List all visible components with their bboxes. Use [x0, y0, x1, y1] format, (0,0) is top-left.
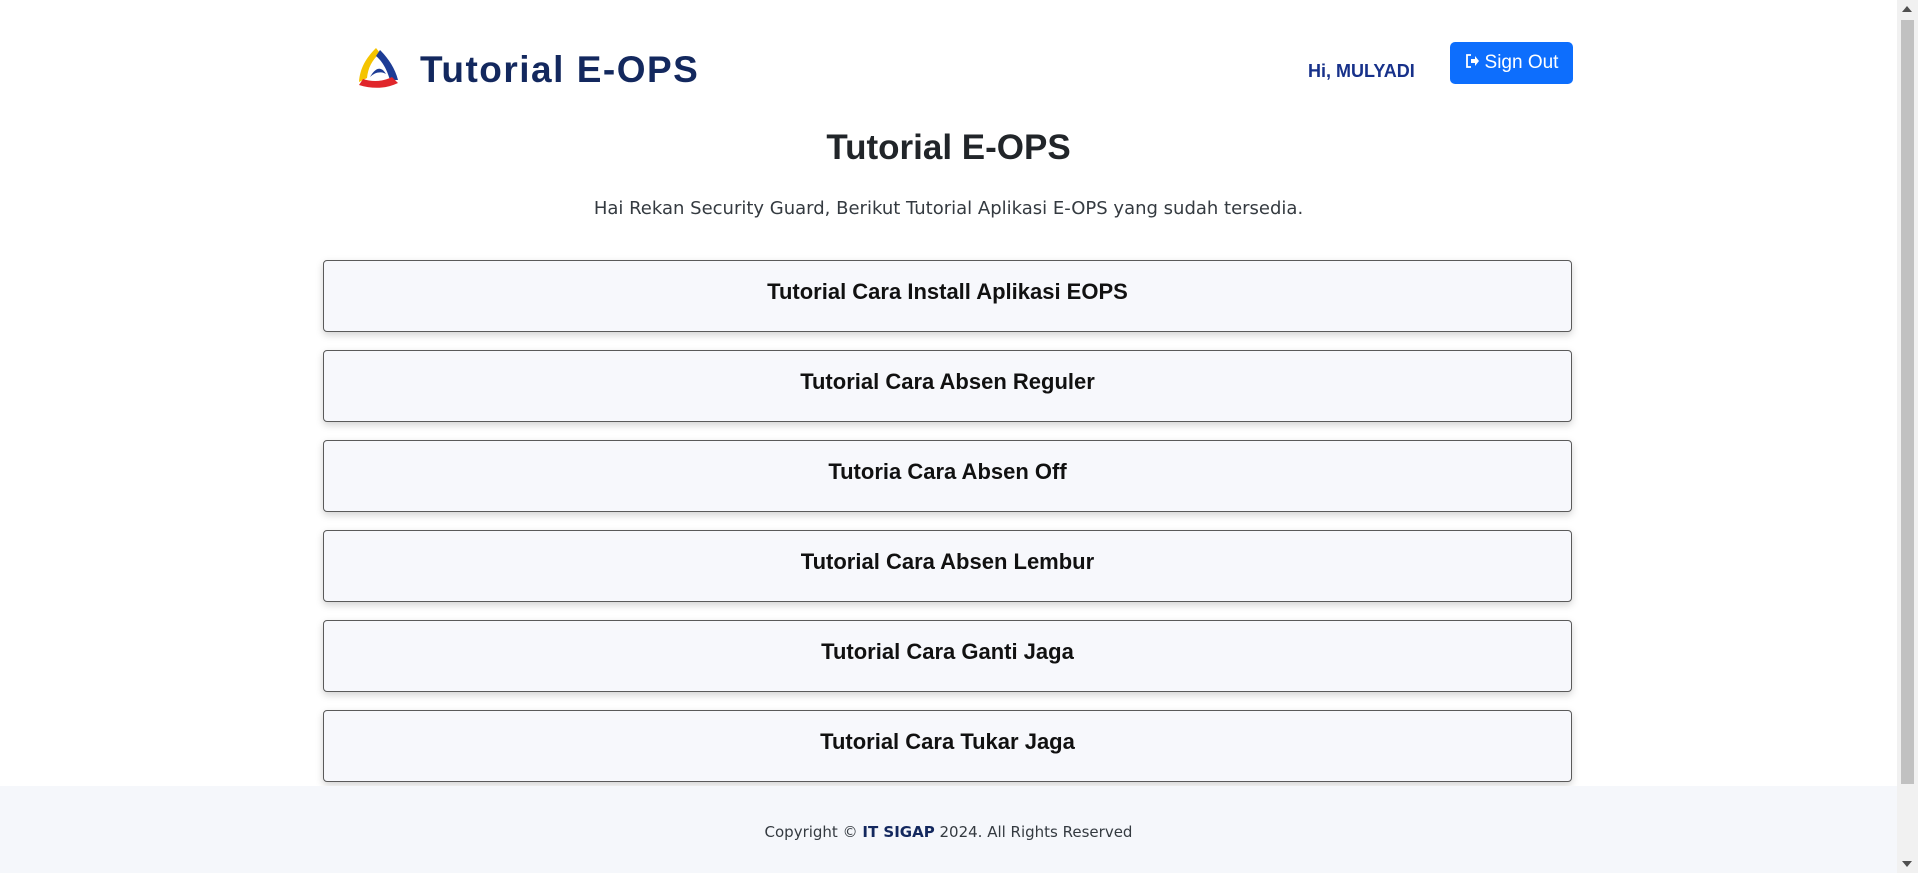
tutorial-card-title: Tutoria Cara Absen Off [828, 459, 1067, 484]
sign-out-label: Sign Out [1484, 52, 1559, 73]
copyright-brand: IT SIGAP [862, 823, 935, 841]
copyright-text: Copyright © IT SIGAP 2024. All Rights Re… [0, 823, 1897, 841]
page: Tutorial E-OPS Hi, MULYADI Sign Out Tuto… [0, 0, 1897, 873]
page-subtitle: Hai Rekan Security Guard, Berikut Tutori… [593, 198, 1304, 219]
tutorial-card-absen-off[interactable]: Tutoria Cara Absen Off [323, 440, 1572, 512]
tutorial-card-absen-lembur[interactable]: Tutorial Cara Absen Lembur [323, 530, 1572, 602]
page-footer: Copyright © IT SIGAP 2024. All Rights Re… [0, 786, 1897, 873]
sign-out-button[interactable]: Sign Out [1450, 42, 1573, 84]
tutorial-card-title: Tutorial Cara Ganti Jaga [821, 639, 1074, 664]
tutorial-card-ganti-jaga[interactable]: Tutorial Cara Ganti Jaga [323, 620, 1572, 692]
tutorial-card-title: Tutorial Cara Absen Lembur [800, 549, 1095, 574]
tutorial-card-title: Tutorial Cara Absen Reguler [800, 369, 1095, 394]
scroll-up-arrow-icon[interactable] [1902, 6, 1912, 12]
page-title: Tutorial E-OPS [826, 128, 1071, 167]
brand-title: Tutorial E-OPS [420, 49, 700, 90]
tutorial-card-tukar-jaga[interactable]: Tutorial Cara Tukar Jaga [323, 710, 1572, 782]
scroll-down-arrow-icon[interactable] [1902, 861, 1912, 867]
sign-out-icon [1465, 52, 1485, 74]
scrollbar-thumb[interactable] [1901, 20, 1914, 784]
tutorial-card-title: Tutorial Cara Install Aplikasi EOPS [767, 279, 1128, 304]
tutorial-card-absen-reguler[interactable]: Tutorial Cara Absen Reguler [323, 350, 1572, 422]
tutorial-card-install[interactable]: Tutorial Cara Install Aplikasi EOPS [323, 260, 1572, 332]
tutorial-card-title: Tutorial Cara Tukar Jaga [820, 729, 1075, 754]
brand[interactable]: Tutorial E-OPS [354, 40, 699, 100]
copyright-prefix: Copyright © [764, 823, 858, 841]
eops-logo-icon [354, 44, 420, 97]
tutorial-list: Tutorial Cara Install Aplikasi EOPS Tuto… [323, 260, 1572, 800]
vertical-scrollbar[interactable] [1897, 0, 1918, 873]
top-header: Tutorial E-OPS Hi, MULYADI Sign Out [354, 40, 1574, 100]
user-greeting: Hi, MULYADI [1308, 61, 1415, 81]
copyright-suffix: 2024. All Rights Reserved [939, 823, 1133, 841]
